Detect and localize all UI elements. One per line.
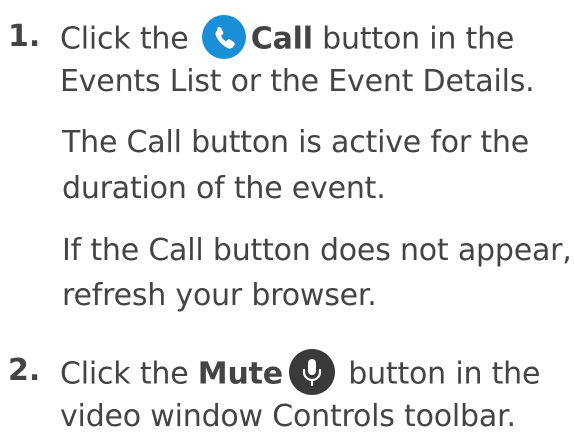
step-2-line-2: video window Controls toolbar. [60, 399, 516, 434]
note-1-line-1: The Call button is active for the [62, 125, 529, 160]
note-1-line-2: duration of the event. [62, 171, 386, 206]
step-2-text-before: Click the [60, 356, 198, 392]
microphone-icon [288, 349, 335, 395]
step-2-text-after: button in the [338, 356, 541, 392]
step-1-text-after: button in the [312, 21, 515, 57]
note-2-line-2: refresh your browser. [62, 278, 377, 313]
step-1-text-before: Click the [60, 21, 198, 57]
step-1-line-2: Events List or the Event Details. [60, 64, 535, 99]
step-2-number: 2. [8, 353, 41, 388]
phone-icon [201, 15, 246, 59]
note-2-line-1: If the Call button does not appear, [62, 233, 572, 268]
step-2-line-1: Click the Mute button in the [60, 349, 541, 398]
step-1-line-1: Click the Call button in the [60, 15, 515, 62]
step-1-number: 1. [8, 19, 41, 54]
mute-label: Mute [197, 356, 283, 392]
instructions-page: 1. Click the Call button in the Events L… [0, 0, 574, 438]
call-label: Call [250, 21, 313, 57]
